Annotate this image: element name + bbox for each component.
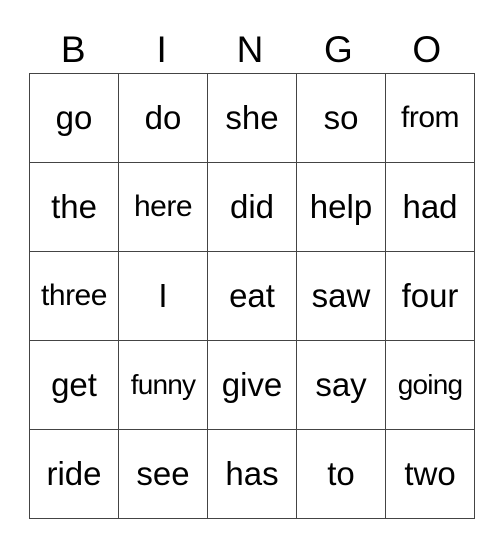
grid-cell[interactable]: help — [296, 162, 386, 252]
grid-cell[interactable]: going — [385, 340, 475, 430]
grid-cell[interactable]: she — [207, 73, 297, 163]
header-letter-i: I — [156, 29, 167, 70]
header-letter-b: B — [60, 29, 86, 70]
grid-cell[interactable]: say — [296, 340, 386, 430]
grid-cell[interactable]: do — [118, 73, 208, 163]
grid-row: get funny give say going — [29, 340, 475, 430]
grid-cell[interactable]: get — [29, 340, 119, 430]
grid-cell[interactable]: from — [385, 73, 475, 163]
grid-cell[interactable]: eat — [207, 251, 297, 341]
grid-row: ride see has to two — [29, 429, 475, 519]
grid-cell[interactable]: see — [118, 429, 208, 519]
grid-cell[interactable]: so — [296, 73, 386, 163]
grid-cell[interactable]: give — [207, 340, 297, 430]
grid-cell[interactable]: had — [385, 162, 475, 252]
header-letter-n: N — [236, 29, 264, 70]
grid-cell[interactable]: two — [385, 429, 475, 519]
bingo-header: B I N G O — [29, 28, 471, 72]
grid-cell[interactable]: ride — [29, 429, 119, 519]
grid-cell[interactable]: has — [207, 429, 297, 519]
grid-cell[interactable]: four — [385, 251, 475, 341]
grid-cell[interactable]: go — [29, 73, 119, 163]
grid-cell[interactable]: here — [118, 162, 208, 252]
header-letter-o: O — [412, 29, 442, 70]
grid-cell[interactable]: I — [118, 251, 208, 341]
grid-row: the here did help had — [29, 162, 475, 252]
grid-cell[interactable]: three — [29, 251, 119, 341]
grid-cell[interactable]: did — [207, 162, 297, 252]
grid-cell[interactable]: funny — [118, 340, 208, 430]
bingo-grid: go do she so from the here did help had … — [29, 73, 475, 519]
grid-row: go do she so from — [29, 73, 475, 163]
grid-cell[interactable]: saw — [296, 251, 386, 341]
header-letter-g: G — [323, 29, 353, 70]
grid-row: three I eat saw four — [29, 251, 475, 341]
grid-cell[interactable]: to — [296, 429, 386, 519]
grid-cell[interactable]: the — [29, 162, 119, 252]
